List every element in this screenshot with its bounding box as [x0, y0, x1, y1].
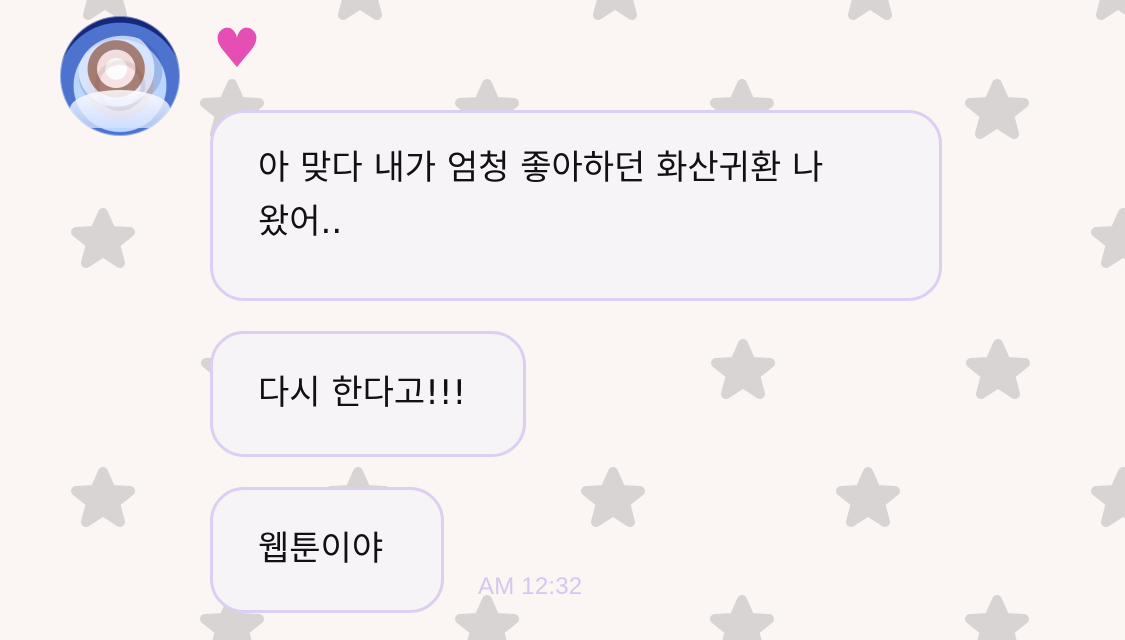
message-text: 아 맞다 내가 엄청 좋아하던 화산귀환 나 왔어.. — [258, 148, 824, 242]
message-bubble[interactable]: 웹툰이야 — [210, 487, 444, 613]
message-text: 웹툰이야 — [258, 529, 384, 569]
heart-icon: ♥ — [212, 17, 262, 80]
message-timestamp: AM 12:32 — [478, 573, 583, 600]
avatar[interactable] — [60, 16, 180, 136]
message-text: 다시 한다고!!! — [258, 373, 467, 413]
message-bubble[interactable]: 아 맞다 내가 엄청 좋아하던 화산귀환 나 왔어.. — [210, 110, 942, 301]
chat-thread: ♥ 아 맞다 내가 엄청 좋아하던 화산귀환 나 왔어.. 다시 한다고!!! … — [0, 0, 1125, 640]
message-bubble[interactable]: 다시 한다고!!! — [210, 331, 526, 457]
